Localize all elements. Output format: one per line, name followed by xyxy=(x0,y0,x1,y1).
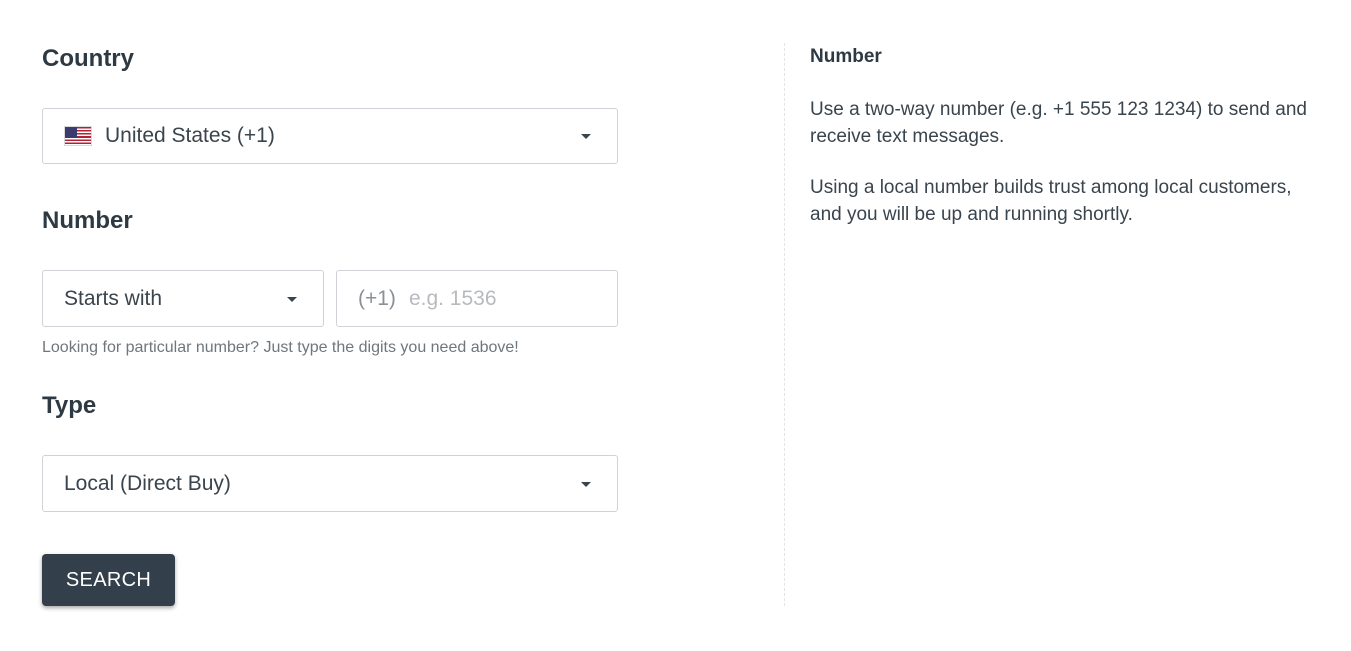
help-paragraph-2: Using a local number builds trust among … xyxy=(810,177,1292,225)
country-code-prefix: (+1) xyxy=(358,286,396,310)
us-flag-icon xyxy=(64,126,92,146)
help-paragraph-1: Use a two-way number (e.g. +1 555 123 12… xyxy=(810,99,1307,147)
number-match-select[interactable]: Starts with xyxy=(42,270,324,327)
divider xyxy=(784,43,785,606)
country-select[interactable]: United States (+1) xyxy=(42,108,618,164)
search-button[interactable]: SEARCH xyxy=(42,554,175,606)
type-select-value: Local (Direct Buy) xyxy=(64,471,231,495)
chevron-down-icon xyxy=(581,134,591,139)
type-heading: Type xyxy=(42,392,97,419)
chevron-down-icon xyxy=(581,481,591,487)
number-input[interactable]: (+1) e.g. 1536 xyxy=(336,270,618,327)
number-match-value: Starts with xyxy=(64,286,163,310)
country-heading: Country xyxy=(42,45,134,72)
number-hint: Looking for particular number? Just type… xyxy=(42,339,519,356)
chevron-down-icon xyxy=(287,296,297,302)
country-select-value: United States (+1) xyxy=(105,124,275,147)
page: Country United States (+1) Number Starts… xyxy=(0,0,1351,651)
number-heading: Number xyxy=(42,207,133,234)
number-input-placeholder: e.g. 1536 xyxy=(408,286,497,310)
type-select[interactable]: Local (Direct Buy) xyxy=(42,455,618,512)
help-title: Number xyxy=(810,46,882,67)
